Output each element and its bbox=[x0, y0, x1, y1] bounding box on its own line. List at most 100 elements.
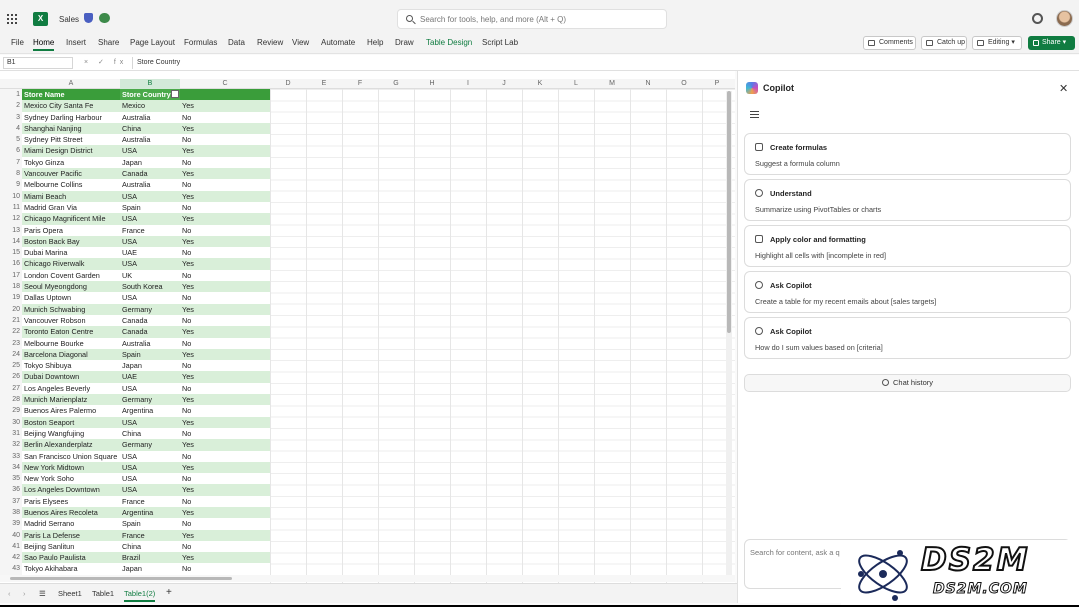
row-number[interactable]: 32 bbox=[0, 439, 22, 451]
settings-gear-icon[interactable] bbox=[1032, 13, 1043, 24]
prev-sheet-icon[interactable]: ‹ bbox=[8, 589, 11, 598]
cell-store-country[interactable]: France bbox=[120, 496, 180, 507]
row-number[interactable]: 5 bbox=[0, 134, 22, 146]
cell-flag[interactable]: Yes bbox=[180, 416, 270, 428]
cell-flag[interactable]: No bbox=[180, 292, 270, 303]
row-number[interactable]: 10 bbox=[0, 190, 22, 202]
cell-store-name[interactable]: Sydney Pitt Street bbox=[22, 134, 120, 145]
cell-store-country[interactable]: USA bbox=[120, 145, 180, 157]
cell-store-country[interactable]: Japan bbox=[120, 157, 180, 168]
row-number[interactable]: 16 bbox=[0, 258, 22, 270]
cell-flag[interactable]: Yes bbox=[180, 484, 270, 496]
vertical-scroll-thumb[interactable] bbox=[727, 91, 731, 333]
column-header[interactable]: D bbox=[270, 79, 306, 89]
row-number[interactable]: 1 bbox=[0, 89, 22, 101]
catch-up-button[interactable]: Catch up bbox=[921, 36, 967, 50]
cell-store-country[interactable]: France bbox=[120, 529, 180, 541]
cell-store-name[interactable]: Boston Back Bay bbox=[22, 235, 120, 248]
column-header[interactable]: E bbox=[306, 79, 342, 89]
cell-store-country[interactable]: USA bbox=[120, 451, 180, 462]
cell-flag[interactable]: Yes bbox=[180, 281, 270, 293]
horizontal-scrollbar[interactable] bbox=[0, 575, 735, 582]
comments-button[interactable]: Comments bbox=[863, 36, 916, 50]
tab-view[interactable]: View bbox=[292, 38, 309, 47]
row-number[interactable]: 42 bbox=[0, 552, 22, 564]
cell-store-country[interactable]: USA bbox=[120, 473, 180, 484]
cell-store-name[interactable]: Dubai Marina bbox=[22, 247, 120, 258]
cell-store-country[interactable]: Spain bbox=[120, 202, 180, 213]
row-number[interactable]: 26 bbox=[0, 371, 22, 383]
row-number[interactable]: 15 bbox=[0, 247, 22, 259]
row-number[interactable]: 7 bbox=[0, 156, 22, 169]
cell-store-name[interactable]: Sao Paulo Paulista bbox=[22, 552, 120, 564]
cell-flag[interactable]: Yes bbox=[180, 394, 270, 406]
cell-flag[interactable]: No bbox=[180, 563, 270, 574]
cell-store-country[interactable]: South Korea bbox=[120, 281, 180, 293]
tab-data[interactable]: Data bbox=[228, 38, 245, 47]
sheet-tab-table1-2[interactable]: Table1(2) bbox=[124, 589, 156, 602]
column-header[interactable]: K bbox=[522, 79, 558, 89]
cell-store-country[interactable]: Mexico bbox=[120, 100, 180, 112]
cell-store-name[interactable]: Munich Marienplatz bbox=[22, 394, 120, 406]
row-number[interactable]: 37 bbox=[0, 495, 22, 507]
row-number[interactable]: 40 bbox=[0, 529, 22, 541]
chat-history-button[interactable]: Chat history bbox=[744, 374, 1071, 392]
cell-store-name[interactable]: Dubai Downtown bbox=[22, 371, 120, 383]
row-number[interactable]: 36 bbox=[0, 484, 22, 496]
cell-store-name[interactable]: Madrid Gran Via bbox=[22, 202, 120, 213]
cell-store-name[interactable]: Dallas Uptown bbox=[22, 292, 120, 303]
cell-flag[interactable]: No bbox=[180, 383, 270, 394]
vertical-scrollbar[interactable] bbox=[726, 91, 732, 581]
column-header[interactable]: M bbox=[594, 79, 630, 89]
cell-store-country[interactable]: USA bbox=[120, 190, 180, 202]
row-number[interactable]: 14 bbox=[0, 235, 22, 248]
cell-store-name[interactable]: Paris Elysees bbox=[22, 496, 120, 507]
cell-flag[interactable]: Yes bbox=[180, 122, 270, 135]
cell-store-name[interactable]: New York Midtown bbox=[22, 461, 120, 474]
app-launcher-icon[interactable] bbox=[7, 14, 17, 24]
filter-dropdown-icon[interactable] bbox=[171, 90, 179, 98]
row-number[interactable]: 34 bbox=[0, 461, 22, 474]
row-number[interactable]: 9 bbox=[0, 179, 22, 191]
cell-flag[interactable]: Yes bbox=[180, 258, 270, 270]
cell-flag[interactable]: No bbox=[180, 134, 270, 145]
tab-page-layout[interactable]: Page Layout bbox=[130, 38, 175, 47]
column-header[interactable]: I bbox=[450, 79, 486, 89]
column-header[interactable]: L bbox=[558, 79, 594, 89]
cell-store-country[interactable]: Spain bbox=[120, 518, 180, 529]
cell-store-country[interactable]: Canada bbox=[120, 315, 180, 326]
worksheet-grid[interactable]: ABCDEFGHIJKLMNOP 1 Store Name Store Coun… bbox=[0, 71, 735, 585]
cell-flag[interactable]: Yes bbox=[180, 326, 270, 338]
editing-mode-button[interactable]: Editing ▾ bbox=[972, 36, 1022, 50]
cell-flag[interactable]: No bbox=[180, 179, 270, 190]
cell-flag[interactable]: Yes bbox=[180, 439, 270, 451]
tab-formulas[interactable]: Formulas bbox=[184, 38, 217, 47]
row-number[interactable]: 41 bbox=[0, 540, 22, 553]
cell-flag[interactable]: No bbox=[180, 112, 270, 123]
prompt-card-create-formulas[interactable]: Create formulas Suggest a formula column bbox=[744, 133, 1071, 175]
cell-store-name[interactable]: Munich Schwabing bbox=[22, 303, 120, 315]
row-number[interactable]: 4 bbox=[0, 122, 22, 135]
row-number[interactable]: 2 bbox=[0, 100, 22, 112]
column-header[interactable]: F bbox=[342, 79, 378, 89]
tab-automate[interactable]: Automate bbox=[321, 38, 355, 47]
cell-store-country[interactable]: China bbox=[120, 428, 180, 439]
cell-flag[interactable]: No bbox=[180, 202, 270, 213]
tab-file[interactable]: File bbox=[11, 38, 24, 47]
cell-flag[interactable]: No bbox=[180, 451, 270, 462]
row-number[interactable]: 29 bbox=[0, 405, 22, 417]
cell-flag[interactable]: Yes bbox=[180, 168, 270, 180]
column-header[interactable]: O bbox=[666, 79, 702, 89]
cell-store-country[interactable]: France bbox=[120, 225, 180, 236]
row-number[interactable]: 31 bbox=[0, 427, 22, 440]
cell-flag[interactable]: Yes bbox=[180, 529, 270, 541]
row-number[interactable]: 27 bbox=[0, 382, 22, 395]
row-number[interactable]: 24 bbox=[0, 348, 22, 361]
tab-insert[interactable]: Insert bbox=[66, 38, 86, 47]
tab-share[interactable]: Share bbox=[98, 38, 119, 47]
cell-store-country[interactable]: China bbox=[120, 541, 180, 552]
cell-flag[interactable]: Yes bbox=[180, 303, 270, 315]
tab-script-lab[interactable]: Script Lab bbox=[482, 38, 518, 47]
cell-flag[interactable]: Yes bbox=[180, 213, 270, 225]
cell-store-country[interactable]: Australia bbox=[120, 134, 180, 145]
